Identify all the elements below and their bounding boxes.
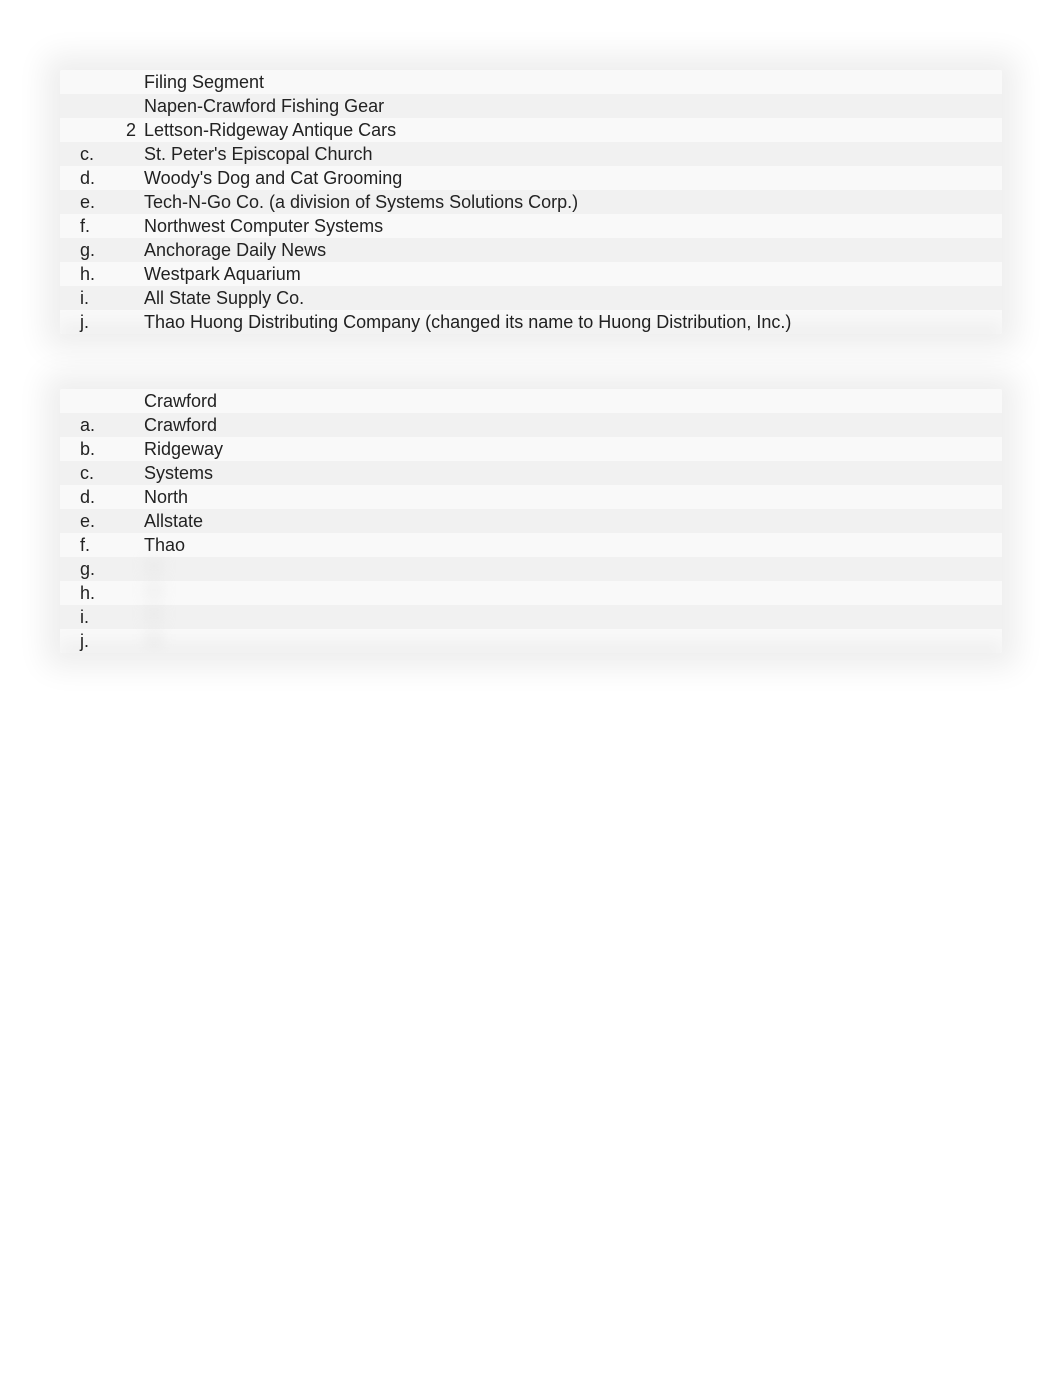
table-row: Filing Segment [60,70,1002,94]
table-row: h. Westpark Aquarium [60,262,1002,286]
row-number [120,262,140,286]
row-text [140,629,1002,653]
table-row: i. All State Supply Co. [60,286,1002,310]
row-label: h. [60,262,120,286]
row-spacer [120,533,140,557]
answers-table: Crawford a. Crawford b. Ridgeway c. Systems d. N… [60,389,1002,653]
row-text: Westpark Aquarium [140,262,1002,286]
row-label: e. [60,509,120,533]
row-label: j. [60,629,120,653]
row-spacer [120,461,140,485]
table-row: d. North [60,485,1002,509]
row-number [120,142,140,166]
row-text [140,557,1002,581]
row-text: St. Peter's Episcopal Church [140,142,1002,166]
table-row: a. Crawford [60,413,1002,437]
row-number [120,310,140,334]
row-label: a. [60,413,120,437]
row-label: f. [60,533,120,557]
row-label: i. [60,605,120,629]
row-label: b. [60,437,120,461]
row-label: c. [60,461,120,485]
table-row: f. Thao [60,533,1002,557]
row-label [60,118,120,142]
table-row: i. [60,605,1002,629]
row-number [120,190,140,214]
table-row: c. St. Peter's Episcopal Church [60,142,1002,166]
table-row: 2Lettson-Ridgeway Antique Cars [60,118,1002,142]
row-spacer [120,389,140,413]
row-label: d. [60,166,120,190]
row-number [120,214,140,238]
table-row: g. Anchorage Daily News [60,238,1002,262]
row-text: All State Supply Co. [140,286,1002,310]
row-label: c. [60,142,120,166]
row-spacer [120,629,140,653]
row-number [120,94,140,118]
row-text: Filing Segment [140,70,1002,94]
table-row: f. Northwest Computer Systems [60,214,1002,238]
row-label: f. [60,214,120,238]
row-text: North [140,485,1002,509]
row-text [140,605,1002,629]
row-text: Allstate [140,509,1002,533]
row-spacer [120,485,140,509]
table-row: b. Ridgeway [60,437,1002,461]
table-row: g. [60,557,1002,581]
row-text: Lettson-Ridgeway Antique Cars [140,118,1002,142]
row-label: d. [60,485,120,509]
table-row: Crawford [60,389,1002,413]
row-label [60,389,120,413]
row-text: Crawford [140,413,1002,437]
row-text [140,581,1002,605]
table-row: d. Woody's Dog and Cat Grooming [60,166,1002,190]
table-row: j. Thao Huong Distributing Company (chang… [60,310,1002,334]
row-text: Thao Huong Distributing Company (changed… [140,310,1002,334]
filing-segment-table: Filing SegmentNapen-Crawford Fishing Gea… [60,70,1002,334]
table-row: h. [60,581,1002,605]
table-row: e. Tech-N-Go Co. (a division of Systems S… [60,190,1002,214]
row-text: Napen-Crawford Fishing Gear [140,94,1002,118]
row-text: Crawford [140,389,1002,413]
row-text: Thao [140,533,1002,557]
row-spacer [120,509,140,533]
row-label: h. [60,581,120,605]
row-text: Northwest Computer Systems [140,214,1002,238]
row-text: Ridgeway [140,437,1002,461]
row-spacer [120,581,140,605]
row-text: Tech-N-Go Co. (a division of Systems Sol… [140,190,1002,214]
row-text: Anchorage Daily News [140,238,1002,262]
row-label [60,94,120,118]
table-row: Napen-Crawford Fishing Gear [60,94,1002,118]
row-text: Woody's Dog and Cat Grooming [140,166,1002,190]
row-number [120,70,140,94]
table-row: c. Systems [60,461,1002,485]
row-text: Systems [140,461,1002,485]
row-label: i. [60,286,120,310]
row-label: g. [60,557,120,581]
row-number: 2 [120,118,140,142]
row-label: j. [60,310,120,334]
table-row: e. Allstate [60,509,1002,533]
row-spacer [120,557,140,581]
row-number [120,286,140,310]
row-spacer [120,605,140,629]
row-label [60,70,120,94]
row-number [120,166,140,190]
row-number [120,238,140,262]
row-spacer [120,413,140,437]
row-label: e. [60,190,120,214]
row-label: g. [60,238,120,262]
row-spacer [120,437,140,461]
table-row: j. [60,629,1002,653]
